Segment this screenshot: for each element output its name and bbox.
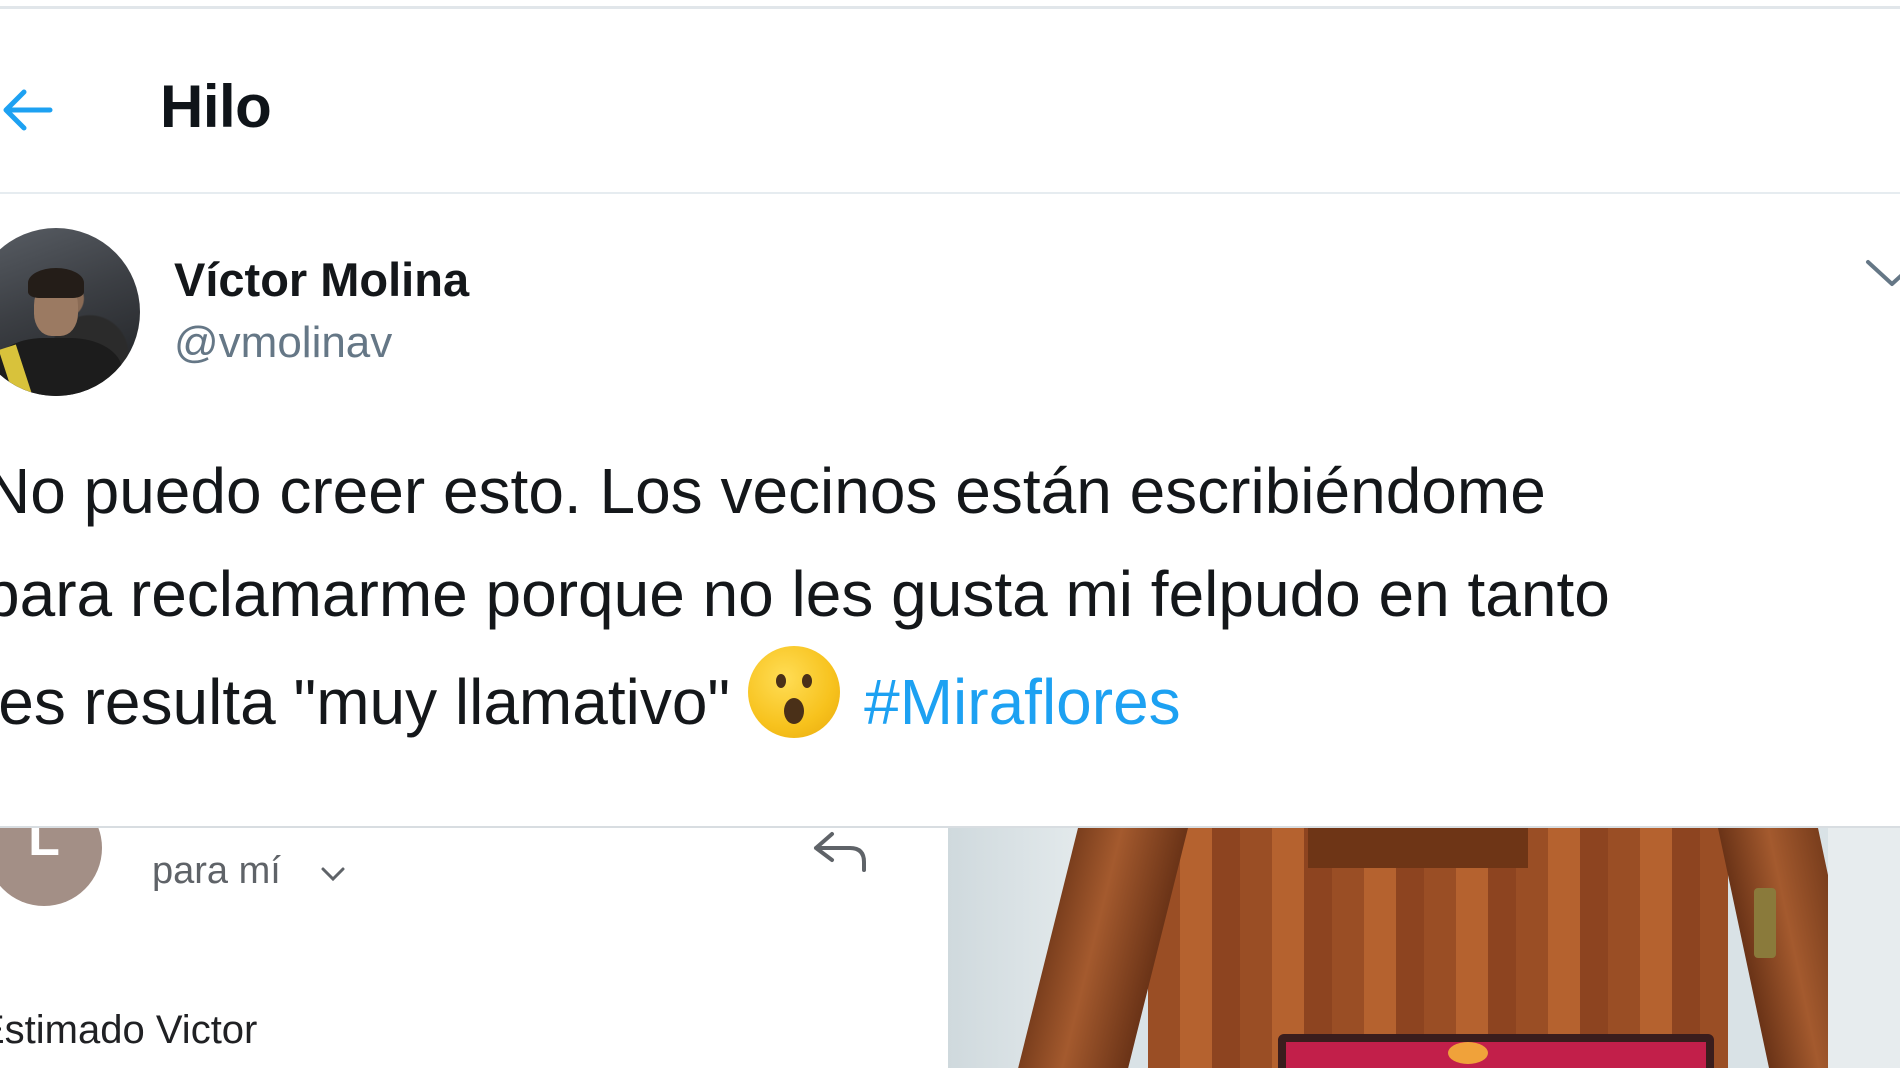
doormat-photo[interactable] — [948, 828, 1900, 1068]
back-button[interactable] — [0, 80, 60, 140]
header-divider — [0, 192, 1900, 194]
author-avatar[interactable] — [0, 228, 140, 396]
chevron-down-icon — [321, 867, 345, 882]
reply-icon — [814, 832, 866, 872]
reply-button — [808, 828, 872, 876]
email-recipient: para mí — [152, 850, 281, 892]
author-handle[interactable]: @vmolinav — [174, 318, 392, 368]
tweet-text: No puedo creer esto. Los vecinos están e… — [0, 440, 1900, 749]
email-sender-avatar: L — [0, 828, 102, 906]
hushed-face-emoji-icon — [748, 646, 841, 738]
doormat — [1278, 1034, 1714, 1068]
author-name[interactable]: Víctor Molina — [174, 252, 469, 307]
chevron-down-icon — [1866, 260, 1900, 286]
email-greeting: Estimado Victor — [0, 1008, 258, 1052]
arrow-left-icon — [3, 89, 53, 131]
email-screenshot[interactable]: L para mí Estimado Victor — [0, 828, 948, 1068]
page-title: Hilo — [160, 73, 272, 140]
hashtag-link[interactable]: #Miraflores — [864, 666, 1181, 738]
tweet-text-line: para reclamarme porque no les gusta mi f… — [0, 558, 1610, 630]
tweet-text-line: No puedo creer esto. Los vecinos están e… — [0, 455, 1546, 527]
thread-header: Hilo — [0, 10, 1900, 192]
top-border — [0, 6, 1900, 9]
tweet-text-segment: les resulta "muy llamativo" — [0, 666, 731, 738]
tweet-text-line-last: les resulta "muy llamativo" #Miraflores — [0, 646, 1900, 749]
tweet-menu-button[interactable] — [1862, 252, 1900, 292]
